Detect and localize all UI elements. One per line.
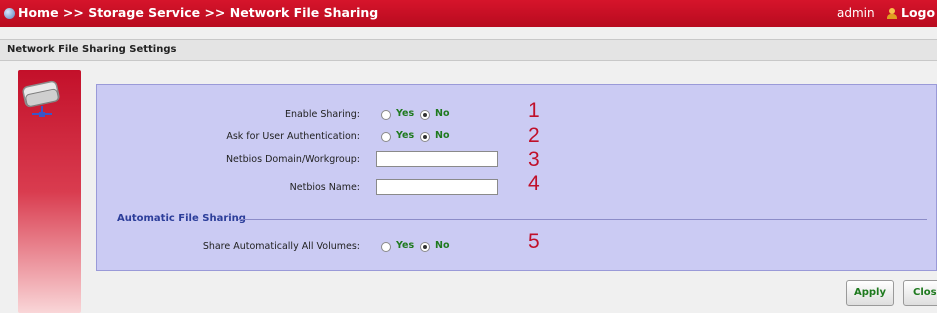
marker-4: 4 [528,172,540,195]
marker-2: 2 [528,124,540,147]
enable-sharing-no-radio[interactable] [420,110,430,120]
user-auth-yes-label[interactable]: Yes [396,130,414,141]
close-button[interactable]: Close [903,280,937,306]
user-auth-no-label[interactable]: No [435,130,449,141]
apply-button[interactable]: Apply [846,280,894,306]
marker-3: 3 [528,148,540,171]
share-all-yes-radio[interactable] [381,242,391,252]
breadcrumb[interactable]: Home >> Storage Service >> Network File … [18,5,378,20]
section-divider [238,219,927,220]
share-all-label: Share Automatically All Volumes: [202,241,360,252]
top-bar: Home >> Storage Service >> Network File … [0,0,937,27]
enable-sharing-yes-label[interactable]: Yes [396,108,414,119]
marker-1: 1 [528,99,540,122]
globe-icon[interactable] [4,8,15,19]
share-all-no-radio[interactable] [420,242,430,252]
netbios-name-input[interactable] [376,179,498,195]
share-all-yes-label[interactable]: Yes [396,240,414,251]
enable-sharing-no-label[interactable]: No [435,108,449,119]
automatic-sharing-title: Automatic File Sharing [117,213,246,224]
user-icon [887,8,897,19]
user-auth-yes-radio[interactable] [381,132,391,142]
marker-5: 5 [528,230,540,253]
logout-link[interactable]: Logo [901,5,935,20]
section-header: Network File Sharing Settings [0,39,937,61]
username: admin [837,6,875,20]
workgroup-label: Netbios Domain/Workgroup: [225,154,360,165]
workgroup-input[interactable] [376,151,498,167]
enable-sharing-yes-radio[interactable] [381,110,391,120]
network-drive-icon [22,80,60,117]
user-auth-label: Ask for User Authentication: [226,131,360,142]
netbios-name-label: Netbios Name: [289,182,360,193]
section-title: Network File Sharing Settings [7,44,177,55]
share-all-no-label[interactable]: No [435,240,449,251]
user-auth-no-radio[interactable] [420,132,430,142]
enable-sharing-label: Enable Sharing: [284,109,360,120]
